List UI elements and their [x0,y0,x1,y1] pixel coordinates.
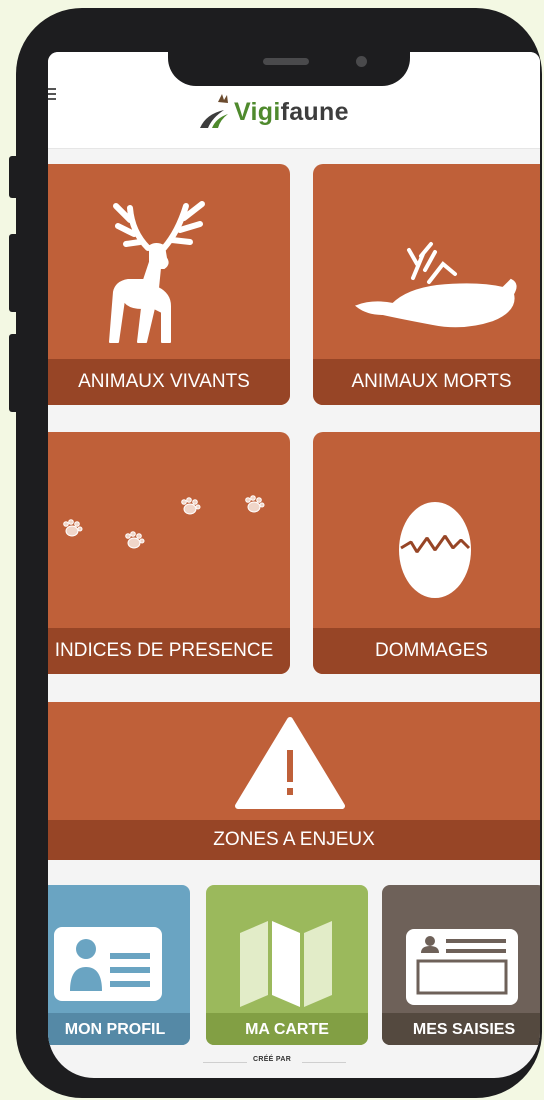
tile-animaux-morts[interactable]: ANIMAUX MORTS [313,164,540,405]
logo-mark-icon [200,94,228,128]
map-icon [240,921,332,1007]
paw-prints-icon [63,495,265,549]
nav-mes-saisies[interactable]: MES SAISIES [382,885,540,1045]
tile-indices-presence[interactable]: INDICES DE PRESENCE [48,432,290,674]
credit-divider-left [203,1062,247,1063]
app-logo: Vigifaune [198,92,349,132]
tile-zones-enjeux-label: ZONES A ENJEUX [48,820,540,860]
menu-icon[interactable] [48,88,56,100]
phone-notch [168,28,410,86]
tile-indices-presence-label: INDICES DE PRESENCE [48,628,290,674]
tile-dommages-label: DOMMAGES [313,628,540,674]
nav-ma-carte[interactable]: MA CARTE [206,885,368,1045]
profile-card-icon [54,927,162,1001]
speaker-grille [263,58,309,65]
tile-animaux-vivants-label: ANIMAUX VIVANTS [48,359,290,405]
dead-bird-icon [354,242,517,328]
deer-icon [109,201,205,343]
nav-ma-carte-label: MA CARTE [206,1013,368,1045]
credit-text: CRÉÉ PAR [253,1056,292,1063]
nav-mon-profil[interactable]: MON PROFIL [48,885,190,1045]
front-camera [356,56,367,67]
logo-text-faune: faune [280,97,349,126]
tile-animaux-vivants[interactable]: ANIMAUX VIVANTS [48,164,290,405]
app-screen: Vigifaune ANIMAUX VIVANTS ANIMAUX MORTS … [48,52,540,1078]
nav-mon-profil-label: MON PROFIL [48,1013,190,1045]
tile-dommages[interactable]: DOMMAGES [313,432,540,674]
logo-text-vigi: Vigi [234,97,281,126]
tile-zones-enjeux[interactable]: ZONES A ENJEUX [48,702,540,860]
id-card-icon [406,929,518,1005]
phone-frame: Vigifaune ANIMAUX VIVANTS ANIMAUX MORTS … [16,8,542,1098]
credit-divider-right [302,1062,346,1063]
warning-icon [235,717,345,809]
broken-egg-icon [399,502,471,598]
tile-animaux-morts-label: ANIMAUX MORTS [313,359,540,405]
nav-mes-saisies-label: MES SAISIES [382,1013,540,1045]
